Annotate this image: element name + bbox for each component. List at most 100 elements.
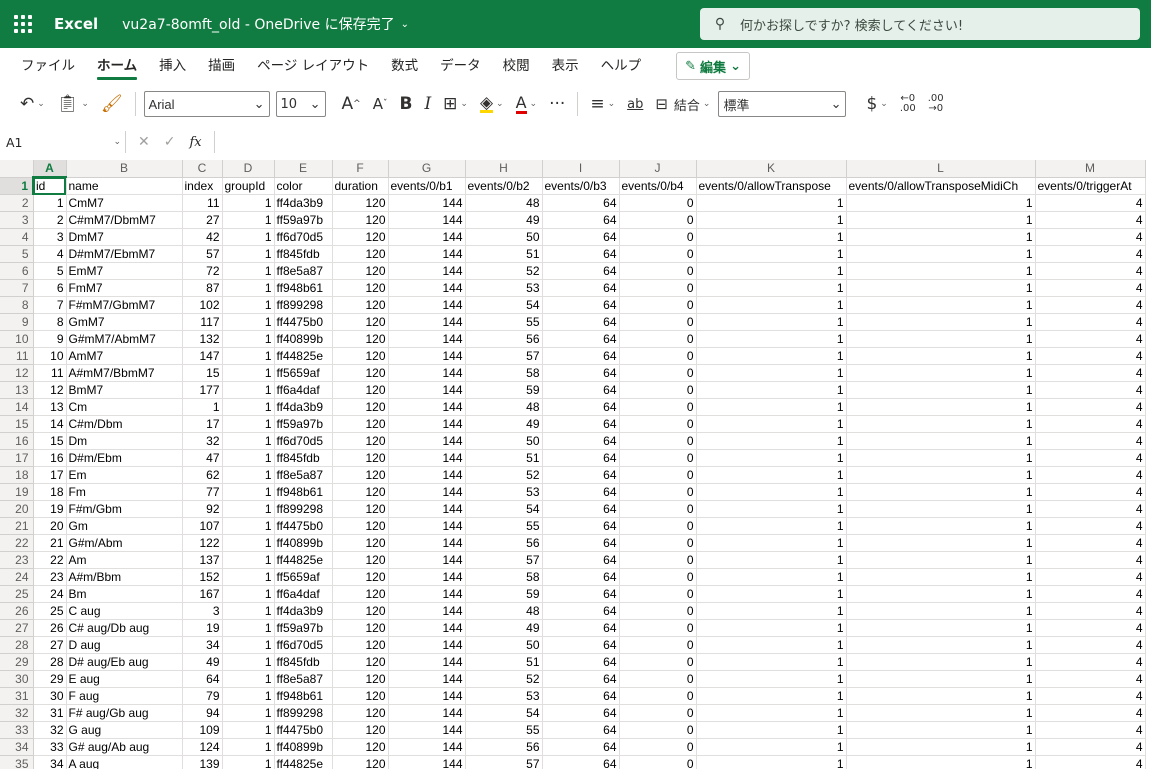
merge-button[interactable]: ⊟ 結合 ⌄ <box>649 89 716 119</box>
row-header[interactable]: 34 <box>0 738 34 756</box>
cell[interactable]: 122 <box>182 534 223 552</box>
cell[interactable]: 0 <box>619 449 697 467</box>
cell[interactable]: 57 <box>465 347 543 365</box>
cell[interactable]: 120 <box>332 245 389 263</box>
cell[interactable]: 120 <box>332 721 389 739</box>
cell[interactable]: 1 <box>696 619 847 637</box>
cell[interactable]: 11 <box>182 194 223 212</box>
cell[interactable]: 4 <box>1035 262 1146 280</box>
cell[interactable]: 4 <box>1035 500 1146 518</box>
cell[interactable]: 49 <box>182 653 223 671</box>
cell[interactable]: 1 <box>846 313 1036 331</box>
column-header-j[interactable]: J <box>619 160 697 178</box>
cell[interactable]: 0 <box>619 330 697 348</box>
cell[interactable]: 51 <box>465 449 543 467</box>
cell[interactable]: 120 <box>332 636 389 654</box>
cell[interactable]: ff845fdb <box>274 653 333 671</box>
cell[interactable]: 28 <box>33 653 67 671</box>
cell[interactable]: 1 <box>222 330 275 348</box>
cell[interactable]: 144 <box>388 347 466 365</box>
cell[interactable]: 1 <box>846 687 1036 705</box>
app-launcher-icon[interactable] <box>0 0 46 48</box>
tab-draw[interactable]: 描画 <box>197 50 246 82</box>
cell[interactable]: 144 <box>388 636 466 654</box>
cell[interactable]: 144 <box>388 211 466 229</box>
cell[interactable]: 79 <box>182 687 223 705</box>
cell[interactable]: 0 <box>619 534 697 552</box>
cell[interactable]: 4 <box>1035 721 1146 739</box>
cell[interactable]: BmM7 <box>66 381 183 399</box>
cell[interactable]: D# aug/Eb aug <box>66 653 183 671</box>
cell[interactable]: 0 <box>619 398 697 416</box>
cell[interactable]: 10 <box>33 347 67 365</box>
cell[interactable]: 48 <box>465 602 543 620</box>
cell[interactable]: index <box>182 177 223 195</box>
cell[interactable]: ff6d70d5 <box>274 432 333 450</box>
cell[interactable]: C#m/Dbm <box>66 415 183 433</box>
cell[interactable]: ff40899b <box>274 534 333 552</box>
cell[interactable]: 120 <box>332 347 389 365</box>
cell[interactable]: 109 <box>182 721 223 739</box>
cell[interactable]: 120 <box>332 755 389 769</box>
row-header[interactable]: 7 <box>0 279 34 297</box>
cell[interactable]: 144 <box>388 534 466 552</box>
cell[interactable]: 33 <box>33 738 67 756</box>
cell[interactable]: 1 <box>696 721 847 739</box>
cell[interactable]: 64 <box>542 211 620 229</box>
cell[interactable]: 1 <box>696 398 847 416</box>
cell[interactable]: Gm <box>66 517 183 535</box>
cell[interactable]: 1 <box>696 704 847 722</box>
cell[interactable]: 4 <box>1035 449 1146 467</box>
cell[interactable]: 64 <box>542 653 620 671</box>
column-header-h[interactable]: H <box>465 160 543 178</box>
cell[interactable]: ff4475b0 <box>274 313 333 331</box>
cell[interactable]: 0 <box>619 721 697 739</box>
cell[interactable]: 144 <box>388 466 466 484</box>
cell[interactable]: 34 <box>182 636 223 654</box>
font-name-select[interactable]: Arial ⌄ <box>143 91 270 117</box>
cell[interactable]: 0 <box>619 313 697 331</box>
cell[interactable]: 1 <box>696 738 847 756</box>
cell[interactable]: 4 <box>1035 636 1146 654</box>
cell[interactable]: duration <box>332 177 389 195</box>
column-header-e[interactable]: E <box>274 160 333 178</box>
cell[interactable]: 52 <box>465 466 543 484</box>
cell[interactable]: 27 <box>182 211 223 229</box>
row-header[interactable]: 11 <box>0 347 34 365</box>
cell[interactable]: 27 <box>33 636 67 654</box>
cell[interactable]: 15 <box>33 432 67 450</box>
cell[interactable]: 56 <box>465 738 543 756</box>
cell[interactable]: 17 <box>182 415 223 433</box>
function-icon[interactable]: fx <box>189 135 201 150</box>
cell[interactable]: ff40899b <box>274 738 333 756</box>
cell[interactable]: 12 <box>33 381 67 399</box>
cell[interactable]: 64 <box>542 466 620 484</box>
cell[interactable]: G#m/Abm <box>66 534 183 552</box>
cell[interactable]: 50 <box>465 432 543 450</box>
cell[interactable]: 120 <box>332 398 389 416</box>
cell[interactable]: Fm <box>66 483 183 501</box>
cell[interactable]: 55 <box>465 517 543 535</box>
row-header[interactable]: 9 <box>0 313 34 331</box>
cell[interactable]: 55 <box>465 721 543 739</box>
cell[interactable]: 120 <box>332 296 389 314</box>
cell[interactable]: 1 <box>846 619 1036 637</box>
cell[interactable]: 1 <box>846 534 1036 552</box>
app-name[interactable]: Excel <box>54 15 98 33</box>
cell[interactable]: 47 <box>182 449 223 467</box>
cell[interactable]: 1 <box>696 449 847 467</box>
cell[interactable]: ff4475b0 <box>274 721 333 739</box>
cell[interactable]: 32 <box>182 432 223 450</box>
cell[interactable]: 87 <box>182 279 223 297</box>
cell[interactable]: 0 <box>619 211 697 229</box>
cell[interactable]: 1 <box>846 568 1036 586</box>
cell[interactable]: ff5659af <box>274 364 333 382</box>
cell[interactable]: 120 <box>332 228 389 246</box>
cell[interactable]: 64 <box>542 449 620 467</box>
cell[interactable]: G#mM7/AbmM7 <box>66 330 183 348</box>
cell[interactable]: ff899298 <box>274 704 333 722</box>
cell[interactable]: 0 <box>619 568 697 586</box>
cell[interactable]: 64 <box>542 670 620 688</box>
cell[interactable]: 1 <box>696 313 847 331</box>
cell[interactable]: 1 <box>222 721 275 739</box>
